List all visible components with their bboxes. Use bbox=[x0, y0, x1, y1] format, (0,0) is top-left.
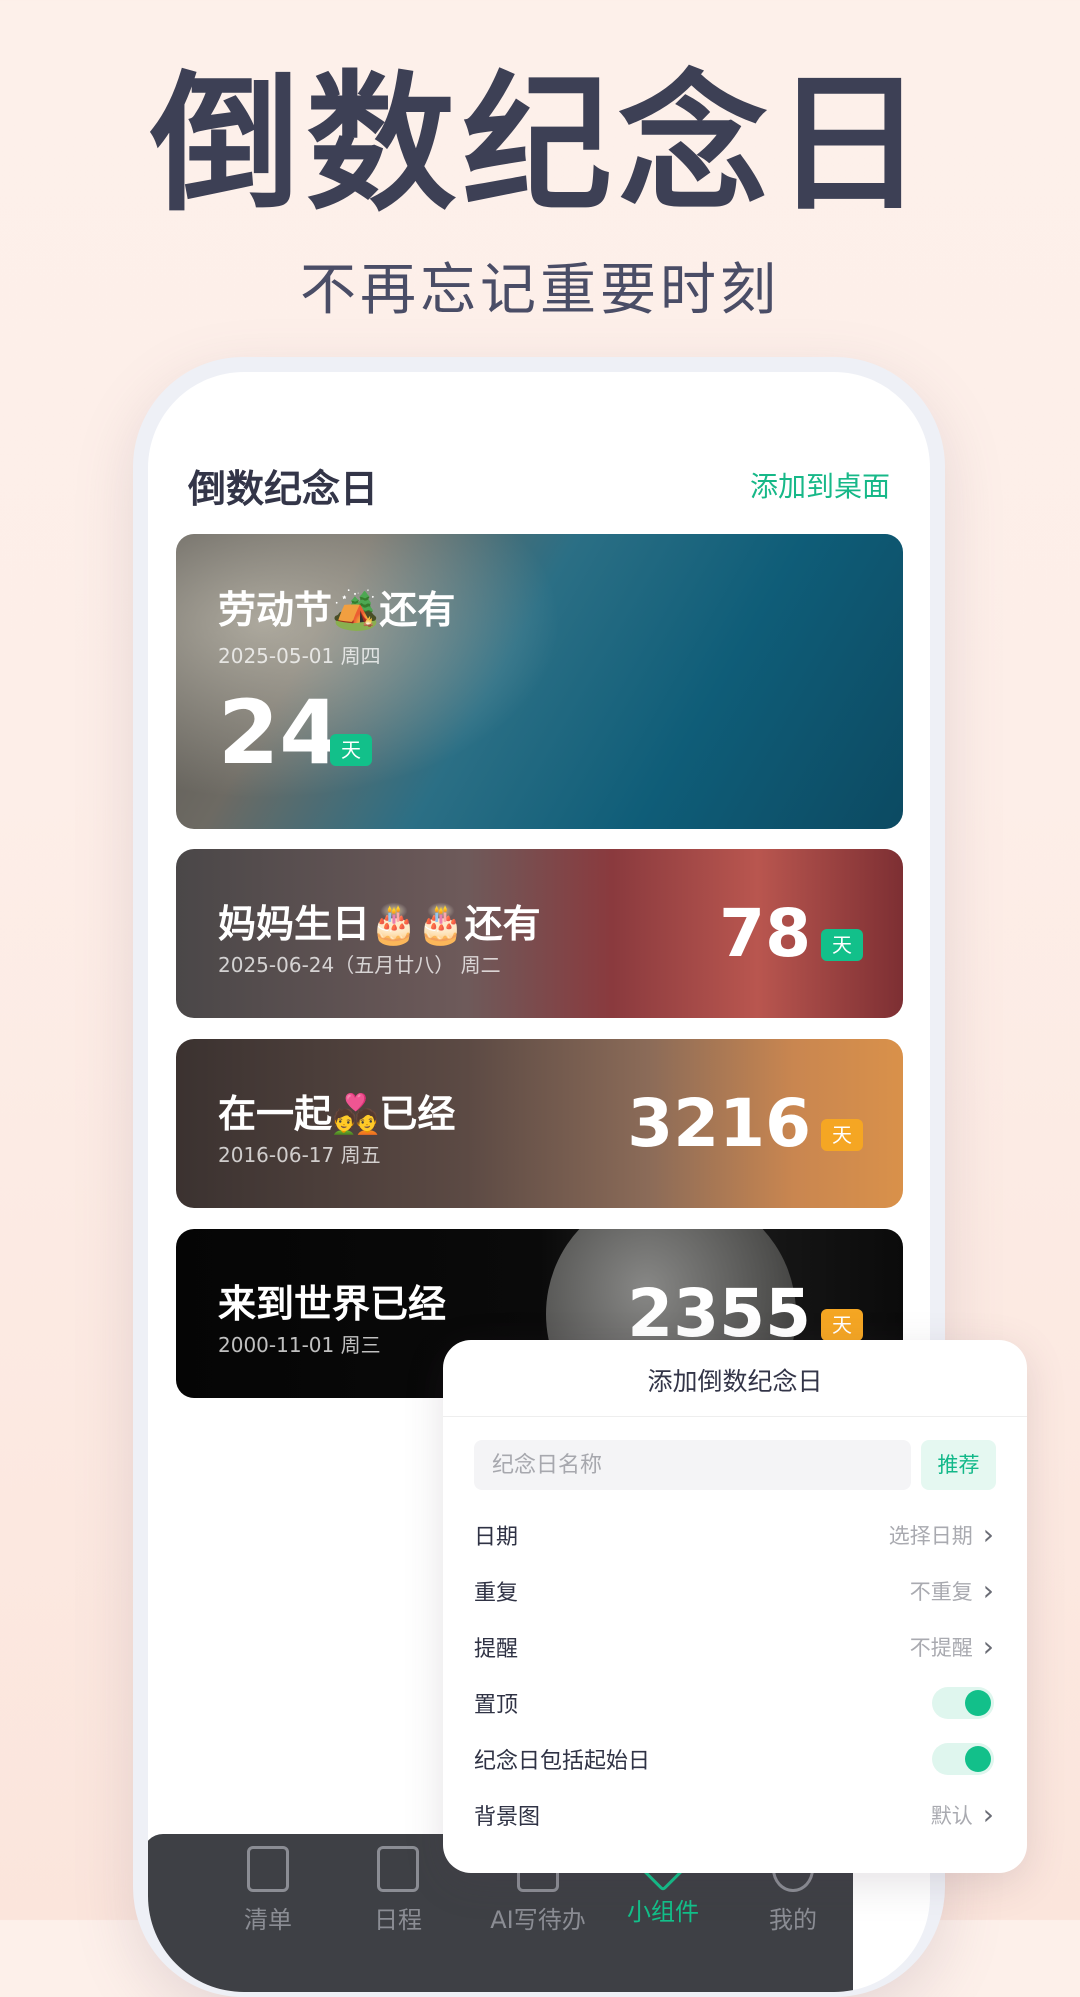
row-value: 选择日期 bbox=[888, 1524, 973, 1548]
card-days: 3216 bbox=[627, 1084, 811, 1162]
chevron-right-icon: › bbox=[982, 1798, 994, 1831]
tab-label: 我的 bbox=[769, 1906, 817, 1934]
background-row[interactable]: 背景图 默认 › bbox=[474, 1795, 994, 1835]
row-label: 背景图 bbox=[474, 1805, 541, 1830]
card-name: 来到世界已经 bbox=[218, 1282, 447, 1326]
countdown-card-together[interactable]: 在一起💑已经 2016-06-17 周五 3216 天 bbox=[176, 1039, 903, 1208]
anniversary-name-input[interactable] bbox=[474, 1440, 911, 1490]
card-name: 在一起💑已经 bbox=[218, 1092, 456, 1136]
sheet-title: 添加倒数纪念日 bbox=[647, 1367, 823, 1396]
add-countdown-sheet: 添加倒数纪念日 推荐 日期 选择日期 › 重复 不重复 › 提醒 不提醒 › 置顶 纪… bbox=[443, 1340, 1027, 1873]
hero-subtitle: 不再忘记重要时刻 bbox=[300, 258, 780, 323]
day-unit-badge: 天 bbox=[821, 928, 863, 961]
card-date: 2016-06-17 周五 bbox=[218, 1143, 381, 1167]
list-icon bbox=[247, 1846, 289, 1892]
tab-label: 清单 bbox=[244, 1906, 292, 1934]
card-date: 2025-06-24（五月廿八） 周二 bbox=[218, 953, 501, 977]
pin-row: 置顶 bbox=[474, 1683, 994, 1723]
row-label: 置顶 bbox=[474, 1693, 519, 1718]
day-unit-badge: 天 bbox=[821, 1308, 863, 1341]
card-date: 2000-11-01 周三 bbox=[218, 1333, 381, 1357]
remind-row[interactable]: 提醒 不提醒 › bbox=[474, 1627, 994, 1667]
recommend-button[interactable]: 推荐 bbox=[921, 1440, 996, 1490]
calendar-icon bbox=[377, 1846, 419, 1892]
tab-label: 小组件 bbox=[627, 1898, 699, 1926]
pin-toggle[interactable] bbox=[932, 1687, 994, 1719]
repeat-row[interactable]: 重复 不重复 › bbox=[474, 1571, 994, 1611]
card-name: 劳动节🏕️还有 bbox=[218, 588, 456, 632]
tab-schedule[interactable]: 日程 bbox=[338, 1846, 458, 1935]
divider bbox=[443, 1416, 1027, 1417]
add-to-desktop-button[interactable]: 添加到桌面 bbox=[750, 465, 890, 505]
countdown-card-mom-birthday[interactable]: 妈妈生日🎂🎂还有 2025-06-24（五月廿八） 周二 78 天 bbox=[176, 849, 903, 1018]
tab-label: 日程 bbox=[374, 1906, 422, 1934]
card-days: 2355 bbox=[627, 1274, 811, 1352]
row-label: 重复 bbox=[474, 1581, 519, 1606]
day-unit-badge: 天 bbox=[821, 1118, 863, 1151]
chevron-right-icon: › bbox=[982, 1518, 994, 1551]
chevron-right-icon: › bbox=[982, 1574, 994, 1607]
app-header: 倒数纪念日 添加到桌面 bbox=[188, 460, 890, 511]
include-start-row: 纪念日包括起始日 bbox=[474, 1739, 994, 1779]
card-name: 妈妈生日🎂🎂还有 bbox=[218, 902, 541, 946]
hero-title: 倒数纪念日 bbox=[149, 58, 930, 232]
row-label: 纪念日包括起始日 bbox=[474, 1749, 651, 1774]
card-days: 78 bbox=[719, 894, 811, 972]
card-days: 24 bbox=[218, 681, 341, 784]
day-unit-badge: 天 bbox=[330, 734, 372, 766]
row-label: 日期 bbox=[474, 1525, 519, 1550]
date-row[interactable]: 日期 选择日期 › bbox=[474, 1515, 994, 1555]
tab-list[interactable]: 清单 bbox=[208, 1846, 328, 1935]
chevron-right-icon: › bbox=[982, 1630, 994, 1663]
app-title: 倒数纪念日 bbox=[188, 466, 379, 511]
row-value: 不重复 bbox=[909, 1580, 973, 1604]
tab-label: AI写待办 bbox=[490, 1906, 586, 1934]
row-value: 默认 bbox=[930, 1804, 973, 1828]
include-start-toggle[interactable] bbox=[932, 1743, 994, 1775]
card-date: 2025-05-01 周四 bbox=[218, 644, 381, 668]
row-label: 提醒 bbox=[474, 1637, 519, 1662]
countdown-card-labor-day[interactable]: 劳动节🏕️还有 2025-05-01 周四 24 天 bbox=[176, 534, 903, 829]
row-value: 不提醒 bbox=[909, 1636, 973, 1660]
